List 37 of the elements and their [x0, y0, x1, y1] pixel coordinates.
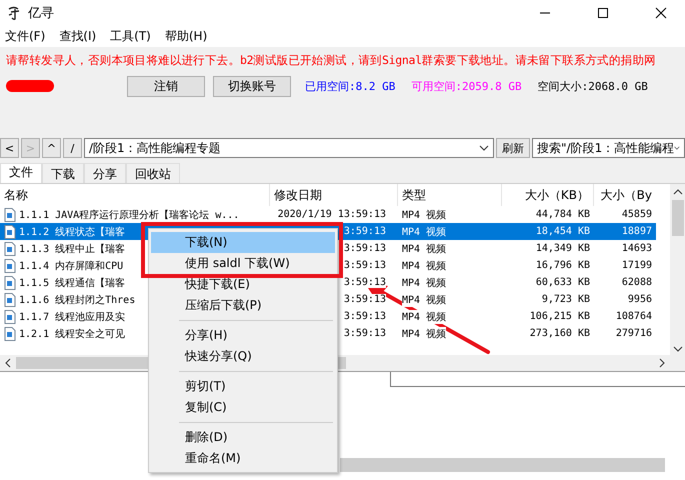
- date-cell: 3:59:13: [344, 260, 386, 271]
- date-cell: 3:59:13: [344, 294, 386, 305]
- size-cell-text: 44,784 KB: [534, 208, 591, 222]
- storage-info: 空间大小:2068.0 GB: [538, 78, 648, 94]
- size-cell-text: 17199: [620, 259, 653, 273]
- storage-info: 已用空间:8.2 GB: [305, 78, 396, 94]
- date-cell: 2020/1/19 13:59:13: [278, 209, 386, 220]
- size-cell-text: 273,160 KB: [528, 327, 591, 341]
- type-cell: MP4 视频: [402, 326, 446, 340]
- size-cell-text: 60,633 KB: [534, 276, 591, 290]
- date-cell: 3:59:13: [344, 328, 386, 339]
- notice-text: 请帮转发寻人，否则本项目将难以进行下去。b2测试版已开始测试，请到Signal群索要下载地址。请未留下联系方式的捐助网: [6, 52, 657, 68]
- storage-info: 可用空间:2059.8 GB: [411, 78, 522, 94]
- type-cell: MP4 视频: [402, 276, 446, 290]
- size-cell-text: 16,796 KB: [534, 259, 591, 273]
- date-cell: 3:59:13: [344, 311, 386, 322]
- type-cell: MP4 视频: [402, 242, 446, 256]
- size-cell-text: 14693: [620, 242, 653, 256]
- type-cell: MP4 视频: [402, 292, 446, 306]
- size-cell-text: 279716: [614, 327, 653, 341]
- size-cell-text: 108764: [614, 310, 653, 324]
- size-cell-text: 45859: [620, 208, 653, 222]
- size-cell-text: 9956: [626, 293, 653, 307]
- date-cell: 3:59:13: [344, 243, 386, 254]
- size-cell-text: 62088: [620, 276, 653, 290]
- size-cell: 18,454 KB: [502, 223, 594, 240]
- type-cell: MP4 视频: [402, 258, 446, 272]
- size-cell: 18897: [594, 223, 656, 240]
- type-cell: MP4 视频: [402, 310, 446, 324]
- window-title: 亿寻: [28, 4, 54, 22]
- date-cell: 3:59:13: [344, 277, 386, 288]
- type-cell: MP4 视频: [402, 208, 446, 222]
- size-cell-text: 9,723 KB: [540, 293, 591, 307]
- size-cell-text: 14,349 KB: [534, 242, 591, 256]
- type-cell-text: MP4 视频: [402, 226, 446, 238]
- date-cell: 3:59:13: [344, 226, 386, 237]
- size-cell-text: 106,215 KB: [528, 310, 591, 324]
